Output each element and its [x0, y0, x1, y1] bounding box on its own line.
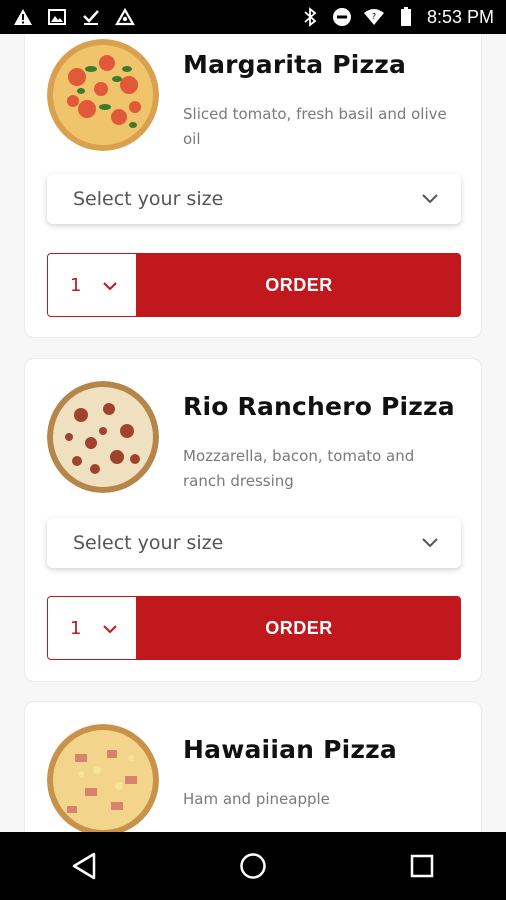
size-select-placeholder: Select your size: [73, 532, 224, 554]
product-list[interactable]: Margarita Pizza Sliced tomato, fresh bas…: [0, 34, 506, 832]
size-select[interactable]: Select your size: [47, 174, 461, 224]
product-description-line: oil: [183, 130, 201, 148]
drive-icon: [114, 7, 136, 27]
order-button[interactable]: ORDER: [137, 253, 461, 317]
back-icon[interactable]: [54, 836, 114, 896]
product-name: Hawaiian Pizza: [183, 735, 397, 764]
image-icon: [46, 7, 68, 27]
product-description: Ham and pineapple: [183, 787, 465, 812]
battery-icon: [395, 7, 417, 27]
product-name: Margarita Pizza: [183, 50, 407, 79]
chevron-down-icon: [421, 188, 439, 210]
do-not-disturb-icon: [331, 7, 353, 27]
status-time: 8:53 PM: [426, 6, 494, 27]
chevron-down-icon: [102, 275, 118, 296]
product-card: Rio Ranchero Pizza Mozzarella, bacon, to…: [24, 358, 482, 682]
product-description-line: Mozzarella, bacon, tomato and: [183, 447, 415, 465]
recents-icon[interactable]: [392, 836, 452, 896]
chevron-down-icon: [421, 532, 439, 554]
product-description-line: Ham and pineapple: [183, 790, 330, 808]
quantity-value: 1: [70, 617, 82, 639]
order-button[interactable]: ORDER: [137, 596, 461, 660]
product-card: Margarita Pizza Sliced tomato, fresh bas…: [24, 34, 482, 338]
size-select[interactable]: Select your size: [47, 518, 461, 568]
product-card: Hawaiian Pizza Ham and pineapple: [24, 701, 482, 832]
home-icon[interactable]: [223, 836, 283, 896]
warning-icon: [12, 7, 34, 27]
product-description: Mozzarella, bacon, tomato and ranch dres…: [183, 444, 465, 494]
size-select-placeholder: Select your size: [73, 188, 224, 210]
quantity-select[interactable]: 1: [47, 596, 137, 660]
order-row: 1 ORDER: [47, 596, 461, 660]
download-done-icon: [80, 7, 102, 27]
svg-text:?: ?: [372, 12, 376, 21]
order-row: 1 ORDER: [47, 253, 461, 317]
rio-ranchero-pizza-image: [47, 381, 159, 493]
status-bar: ? 8:53 PM: [0, 0, 506, 34]
wifi-icon: ?: [363, 7, 385, 27]
status-right: ? 8:53 PM: [299, 7, 494, 28]
status-left: [12, 7, 136, 27]
product-description-line: ranch dressing: [183, 472, 294, 490]
product-name: Rio Ranchero Pizza: [183, 392, 455, 421]
bluetooth-icon: [299, 7, 321, 27]
quantity-value: 1: [70, 274, 82, 296]
product-description: Sliced tomato, fresh basil and olive oil: [183, 102, 465, 152]
quantity-select[interactable]: 1: [47, 253, 137, 317]
navigation-bar: [0, 832, 506, 900]
hawaiian-pizza-image: [47, 724, 159, 832]
margarita-pizza-image: [47, 39, 159, 151]
chevron-down-icon: [102, 618, 118, 639]
product-description-line: Sliced tomato, fresh basil and olive: [183, 105, 447, 123]
